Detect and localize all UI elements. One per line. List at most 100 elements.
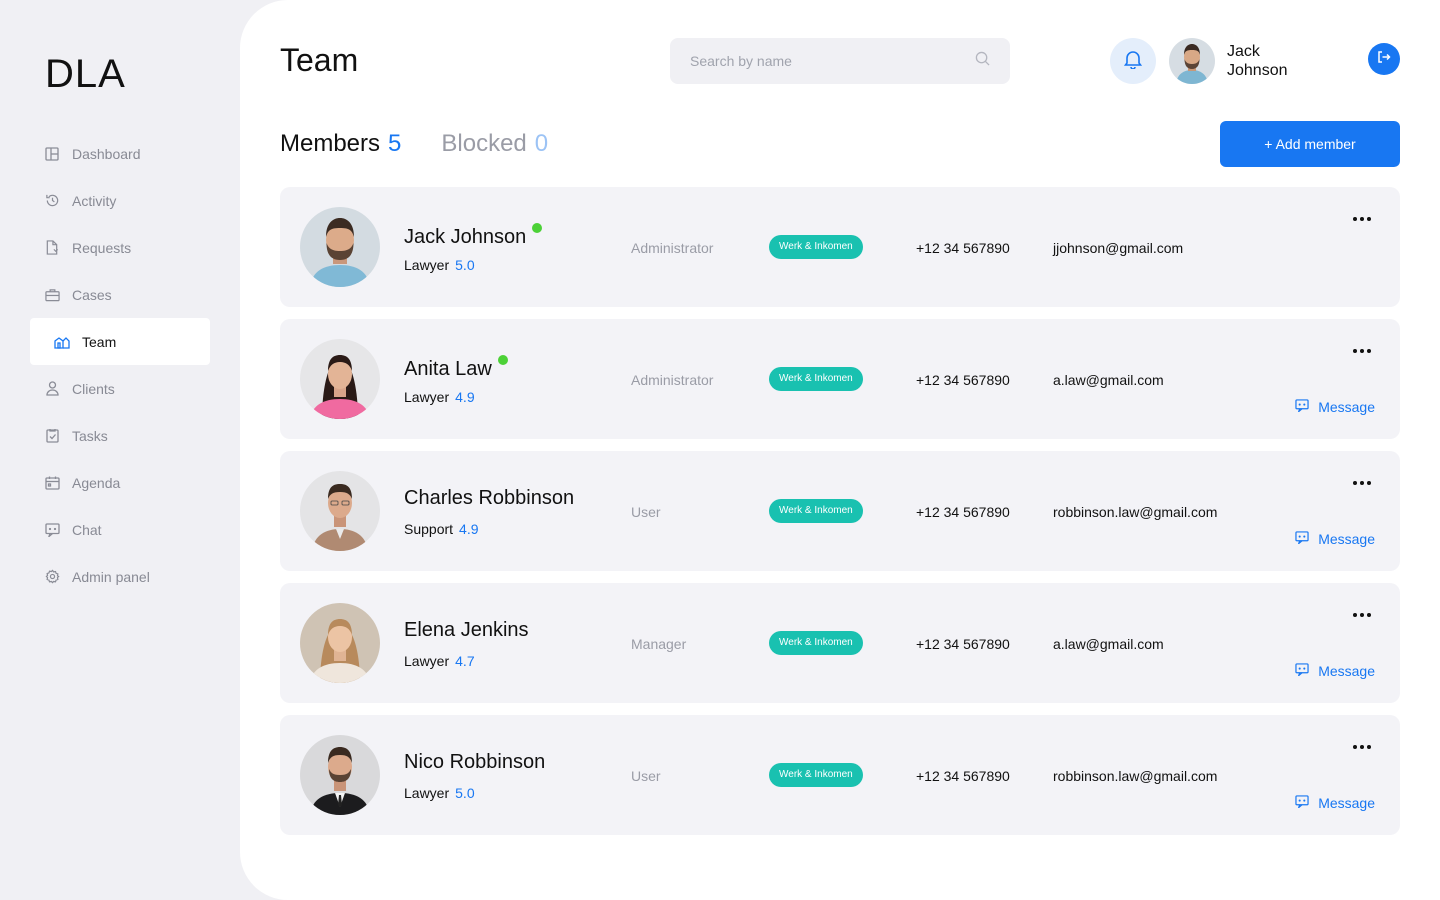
member-title: Lawyer (404, 257, 450, 273)
avatar[interactable] (300, 603, 380, 683)
practice-area-badge: Werk & Inkomen (769, 367, 863, 391)
more-options-button[interactable] (1350, 209, 1374, 229)
sidebar-item-dashboard[interactable]: Dashboard (30, 130, 210, 177)
gear-icon (44, 569, 60, 585)
practice-area-badge: Werk & Inkomen (769, 499, 863, 523)
add-member-button[interactable]: + Add member (1220, 121, 1400, 167)
member-name: Nico Robbinson (404, 751, 545, 774)
member-role: User (631, 504, 661, 520)
more-options-button[interactable] (1350, 473, 1374, 493)
tab-blocked-count: 0 (534, 130, 549, 157)
chat-icon (1295, 399, 1309, 415)
dashboard-icon (44, 146, 60, 162)
team-icon (54, 334, 70, 350)
online-status-dot (497, 355, 508, 365)
sidebar-item-label: Chat (72, 521, 102, 538)
avatar[interactable] (300, 471, 380, 551)
sidebar-item-label: Team (82, 333, 117, 350)
member-phone: +12 34 567890 (916, 240, 1010, 256)
sidebar-item-label: Requests (72, 239, 132, 256)
message-button[interactable]: Message (1295, 531, 1375, 547)
practice-area-badge: Werk & Inkomen (769, 763, 863, 787)
sidebar-item-clients[interactable]: Clients (30, 365, 210, 412)
message-button[interactable]: Message (1295, 795, 1375, 811)
member-subtitle: Lawyer 4.9 (404, 389, 475, 405)
dot-icon (1367, 481, 1371, 485)
sidebar-item-activity[interactable]: Activity (30, 177, 210, 224)
logout-button[interactable] (1368, 43, 1400, 75)
sidebar-item-label: Clients (72, 380, 115, 397)
dot-icon (1360, 217, 1364, 221)
tab-members-count: 5 (388, 130, 402, 157)
member-name: Charles Robbinson (404, 487, 574, 510)
sidebar-item-label: Admin panel (72, 568, 150, 585)
tab-members-label: Members (280, 130, 381, 157)
member-rating: 5.0 (455, 785, 475, 801)
avatar[interactable] (300, 207, 380, 287)
logo: DLA (45, 52, 126, 96)
more-options-button[interactable] (1350, 341, 1374, 361)
message-button[interactable]: Message (1295, 663, 1375, 679)
more-options-button[interactable] (1350, 605, 1374, 625)
avatar[interactable] (300, 339, 380, 419)
member-phone: +12 34 567890 (916, 372, 1010, 388)
member-role: Administrator (631, 372, 714, 388)
member-title: Lawyer (404, 785, 450, 801)
member-email: a.law@gmail.com (1053, 372, 1164, 388)
avatar[interactable] (300, 735, 380, 815)
more-options-button[interactable] (1350, 737, 1374, 757)
practice-area-badge: Werk & Inkomen (769, 631, 863, 655)
sidebar-item-label: Activity (72, 192, 117, 209)
member-email: a.law@gmail.com (1053, 636, 1164, 652)
member-subtitle: Lawyer 4.7 (404, 653, 475, 669)
member-role: Administrator (631, 240, 714, 256)
member-tabs: Members 5 Blocked 0 (280, 130, 548, 158)
dot-icon (1353, 217, 1357, 221)
sidebar-item-chat[interactable]: Chat (30, 506, 210, 553)
chat-icon (1295, 531, 1309, 547)
member-rating: 4.9 (459, 521, 479, 537)
member-title: Lawyer (404, 389, 450, 405)
dot-icon (1360, 481, 1364, 485)
chat-icon (44, 522, 60, 538)
member-card: Nico Robbinson Lawyer 5.0 User Werk & Ink… (280, 715, 1400, 835)
user-avatar[interactable] (1169, 38, 1215, 84)
online-status-dot (532, 223, 543, 233)
sidebar-item-admin-panel[interactable]: Admin panel (30, 553, 210, 600)
tab-members[interactable]: Members 5 (280, 130, 401, 158)
user-last-name: Johnson (1227, 62, 1288, 79)
sidebar-item-tasks[interactable]: Tasks (30, 412, 210, 459)
member-email: jjohnson@gmail.com (1053, 240, 1184, 256)
member-card: Charles Robbinson Support 4.9 User Werk &… (280, 451, 1400, 571)
notifications-button[interactable] (1110, 38, 1156, 84)
dot-icon (1353, 745, 1357, 749)
page-title: Team (280, 42, 359, 78)
member-title: Lawyer (404, 653, 450, 669)
history-icon (44, 193, 60, 209)
member-card: Jack Johnson Lawyer 5.0 Administrator Wer… (280, 187, 1400, 307)
message-label: Message (1318, 795, 1375, 811)
message-label: Message (1318, 531, 1375, 547)
dot-icon (1353, 481, 1357, 485)
sidebar-nav: Dashboard Activity Requests Cases Team C… (30, 130, 210, 600)
member-title: Support (404, 521, 454, 537)
search-box[interactable] (670, 38, 1010, 84)
dot-icon (1353, 613, 1357, 617)
member-phone: +12 34 567890 (916, 768, 1010, 784)
tab-blocked-label: Blocked (441, 130, 527, 157)
sidebar-item-cases[interactable]: Cases (30, 271, 210, 318)
search-input[interactable] (690, 53, 975, 69)
sidebar-item-requests[interactable]: Requests (30, 224, 210, 271)
member-name: Jack Johnson (404, 223, 543, 249)
search-icon[interactable] (975, 51, 990, 71)
member-rating: 5.0 (455, 257, 475, 273)
dot-icon (1367, 217, 1371, 221)
user-icon (44, 381, 60, 397)
message-button[interactable]: Message (1295, 399, 1375, 415)
member-role: User (631, 768, 661, 784)
sidebar-item-agenda[interactable]: Agenda (30, 459, 210, 506)
member-name-text: Elena Jenkins (404, 619, 529, 641)
tab-blocked[interactable]: Blocked 0 (441, 130, 548, 158)
member-email: robbinson.law@gmail.com (1053, 504, 1218, 520)
sidebar-item-team[interactable]: Team (30, 318, 210, 365)
